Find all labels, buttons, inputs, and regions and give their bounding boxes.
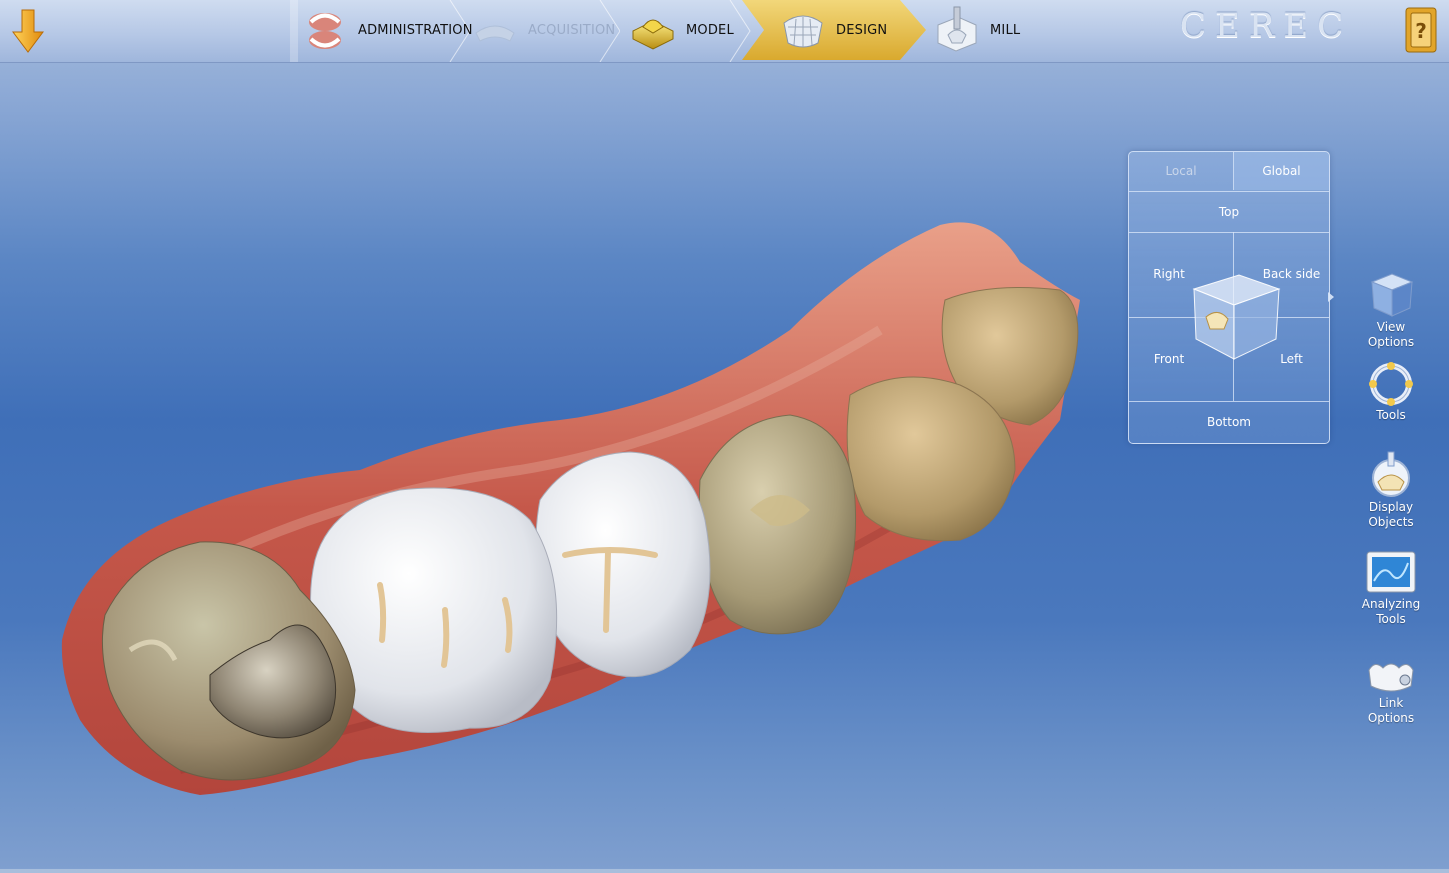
step-label: MODEL <box>686 22 734 38</box>
view-top-button[interactable]: Top <box>1129 192 1329 232</box>
design-viewport[interactable]: Local Global Top Right Back side Front L… <box>0 62 1449 869</box>
tooth-crown-design <box>535 451 711 678</box>
view-cube-icon[interactable] <box>1184 267 1284 367</box>
tools-ring-icon <box>1369 362 1413 406</box>
view-options-panel: Local Global Top Right Back side Front L… <box>1128 151 1330 444</box>
tool-label: Link <box>1378 696 1404 710</box>
link-teeth-icon <box>1368 663 1414 692</box>
help-book-icon: ? <box>1405 7 1437 53</box>
link-options-button[interactable]: Link Options <box>1358 656 1424 726</box>
display-objects-button[interactable]: Display Objects <box>1358 450 1424 530</box>
divider <box>1129 232 1329 233</box>
down-arrow-icon <box>12 9 44 53</box>
analyzing-monitor-icon <box>1366 551 1416 593</box>
step-label: ADMINISTRATION <box>358 22 473 38</box>
crown-design-icon <box>783 15 823 48</box>
step-label: ACQUISITION <box>528 22 616 38</box>
tool-label: Options <box>1367 711 1415 725</box>
denture-icon <box>309 13 341 49</box>
tool-label: View <box>1376 320 1406 334</box>
tool-label: Analyzing <box>1361 597 1421 611</box>
step-design[interactable]: DESIGN <box>778 0 887 60</box>
tool-label: Objects <box>1368 515 1414 529</box>
step-mill[interactable]: MILL <box>932 0 1020 60</box>
model-icon <box>632 19 674 50</box>
mill-icon <box>937 6 977 52</box>
tools-button[interactable]: Tools <box>1358 362 1424 423</box>
tab-global[interactable]: Global <box>1233 152 1329 190</box>
svg-text:?: ? <box>1415 19 1427 43</box>
analyzing-tools-button[interactable]: Analyzing Tools <box>1358 549 1424 627</box>
view-cube-icon <box>1370 273 1414 317</box>
tool-label: Tools <box>1376 408 1406 422</box>
step-acquisition[interactable]: ACQUISITION <box>470 0 615 60</box>
step-model[interactable]: MODEL <box>628 0 734 60</box>
tab-local[interactable]: Local <box>1129 152 1233 190</box>
step-label: MILL <box>990 22 1021 38</box>
help-book-button[interactable]: ? <box>1402 5 1440 55</box>
step-administration[interactable]: ADMINISTRATION <box>300 0 473 60</box>
display-objects-icon <box>1372 451 1410 497</box>
brand-logo: CEREC <box>1180 6 1353 46</box>
workflow-bar: ADMINISTRATION ACQUISITION MODEL DESIGN … <box>0 0 1449 63</box>
view-bottom-button[interactable]: Bottom <box>1129 402 1329 442</box>
down-arrow-button[interactable] <box>8 6 48 56</box>
tool-label: Display <box>1368 500 1414 514</box>
tool-label: Options <box>1367 335 1415 349</box>
scan-icon <box>475 25 515 42</box>
step-label: DESIGN <box>836 22 888 38</box>
panel-pointer <box>1328 292 1334 302</box>
view-options-button[interactable]: View Options <box>1358 270 1424 350</box>
tool-label: Tools <box>1376 612 1406 626</box>
